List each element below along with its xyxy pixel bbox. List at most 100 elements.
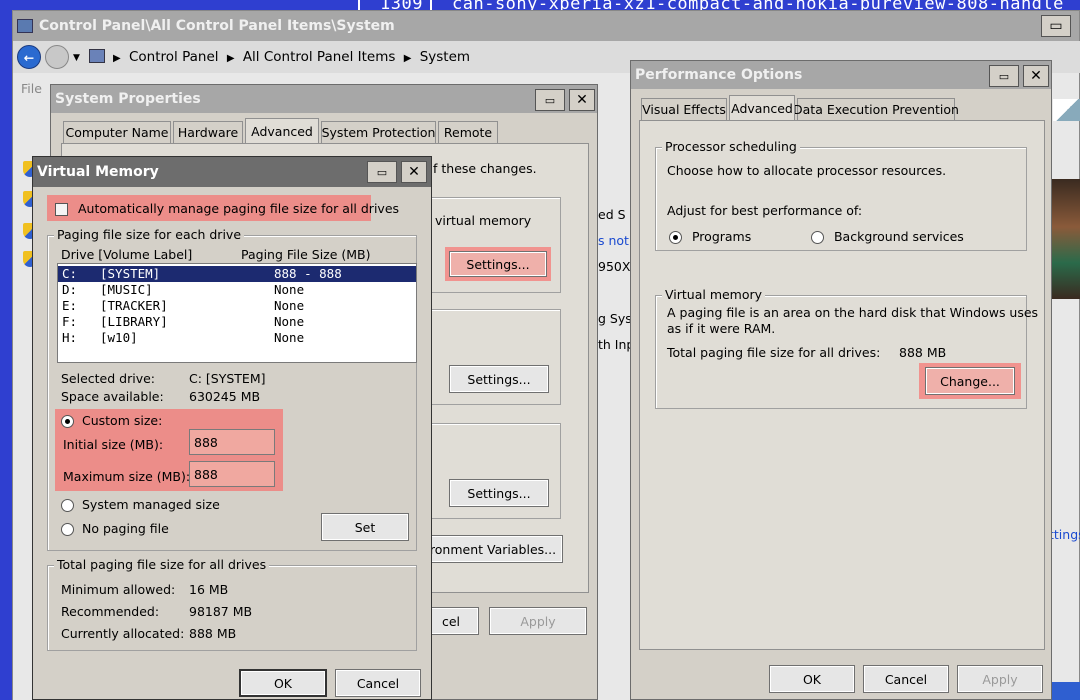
button-label: Apply [520, 613, 556, 629]
checkbox-icon[interactable] [55, 203, 68, 216]
background-services-radio[interactable]: Background services [811, 229, 964, 244]
drive-letter: C: [62, 266, 78, 281]
space-available-value: 630245 MB [189, 389, 261, 404]
set-button[interactable]: Set [321, 513, 409, 541]
tab-label: Computer Name [65, 125, 169, 140]
back-button[interactable]: ← [17, 45, 41, 69]
drive-row[interactable]: F: [LIBRARY] None [58, 314, 416, 330]
button-label: Cancel [884, 671, 928, 687]
virtual-memory-group-label: Virtual memory [662, 287, 766, 302]
tab-system-protection[interactable]: System Protection [321, 121, 436, 143]
performance-settings-button[interactable]: Settings... [449, 251, 547, 277]
forward-button[interactable] [45, 45, 69, 69]
tab-visual-effects[interactable]: Visual Effects [641, 98, 727, 120]
initial-size-label: Initial size (MB): [63, 437, 164, 452]
tab-label: Hardware [177, 125, 239, 140]
banner-frame [358, 0, 360, 10]
drive-row[interactable]: H: [w10] None [58, 330, 416, 346]
radio-icon[interactable] [61, 523, 74, 536]
explorer-maximize-button[interactable]: ▭ [1041, 15, 1071, 37]
drive-label: [TRACKER] [100, 298, 168, 313]
custom-size-radio[interactable]: Custom size: [61, 413, 162, 428]
tab-computer-name[interactable]: Computer Name [63, 121, 171, 143]
maximum-size-input[interactable]: 888 [189, 461, 275, 487]
user-profiles-settings-button[interactable]: Settings... [449, 365, 549, 393]
drive-list[interactable]: C: [SYSTEM] 888 - 888 D: [MUSIC] None E:… [57, 263, 417, 363]
tab-label: Advanced [731, 100, 793, 116]
button-label: Change... [940, 373, 1000, 389]
system-properties-close-button[interactable]: ✕ [569, 89, 595, 111]
virtual-memory-ok-button[interactable]: OK [239, 669, 327, 697]
initial-size-input[interactable]: 888 [189, 429, 275, 455]
radio-selected-icon[interactable] [61, 415, 74, 428]
performance-options-close-button[interactable]: ✕ [1023, 65, 1049, 87]
computer-icon [17, 19, 33, 33]
start-orb[interactable] [1052, 682, 1080, 700]
menu-file[interactable]: File [21, 81, 42, 96]
performance-options-titlebar: Performance Options [631, 61, 1051, 89]
button-label: cel [441, 613, 461, 629]
performance-apply-button[interactable]: Apply [957, 665, 1043, 693]
breadcrumb-item-all-items[interactable]: All Control Panel Items [243, 49, 396, 65]
drive-row[interactable]: C: [SYSTEM] 888 - 888 [58, 266, 416, 282]
system-properties-maximize-button[interactable]: ▭ [535, 89, 565, 111]
drive-letter: D: [62, 282, 78, 297]
maximum-size-label: Maximum size (MB): [63, 469, 191, 484]
explorer-titlebar: Control Panel\All Control Panel Items\Sy… [13, 11, 1079, 41]
change-button[interactable]: Change... [925, 367, 1015, 395]
system-text-fragment: 950X [598, 259, 631, 274]
performance-cancel-button[interactable]: Cancel [863, 665, 949, 693]
total-paging-label: Total paging file size for all drives: [667, 345, 881, 360]
drive-row[interactable]: E: [TRACKER] None [58, 298, 416, 314]
performance-options-maximize-button[interactable]: ▭ [989, 65, 1019, 87]
startup-recovery-settings-button[interactable]: Settings... [449, 479, 549, 507]
programs-radio[interactable]: Programs [669, 229, 751, 244]
drive-row[interactable]: D: [MUSIC] None [58, 282, 416, 298]
breadcrumb-item-control-panel[interactable]: Control Panel [129, 49, 219, 65]
tab-label: System Protection [321, 125, 436, 140]
breadcrumb-chevron-icon[interactable]: ▶ [404, 53, 412, 64]
total-paging-group-label: Total paging file size for all drives [54, 557, 270, 572]
virtual-memory-close-button[interactable]: ✕ [401, 161, 427, 183]
drive-size: None [274, 314, 305, 329]
virtual-memory-cancel-button[interactable]: Cancel [335, 669, 421, 697]
column-drive-header: Drive [Volume Label] [61, 247, 193, 262]
tab-advanced[interactable]: Advanced [245, 118, 319, 143]
history-dropdown-icon[interactable]: ▼ [73, 53, 80, 63]
breadcrumb-chevron-icon[interactable]: ▶ [227, 53, 235, 64]
breadcrumb-chevron-icon[interactable]: ▶ [113, 53, 121, 64]
currently-allocated-label: Currently allocated: [61, 626, 185, 641]
close-icon: ✕ [1030, 68, 1042, 84]
maximize-icon: ▭ [1049, 18, 1063, 34]
system-link-fragment[interactable]: s not [598, 233, 629, 248]
processor-scheduling-label: Processor scheduling [662, 139, 800, 154]
product-image [1051, 179, 1080, 299]
radio-icon[interactable] [811, 231, 824, 244]
radio-icon[interactable] [61, 499, 74, 512]
radio-selected-icon[interactable] [669, 231, 682, 244]
no-paging-radio[interactable]: No paging file [61, 521, 169, 536]
virtual-memory-maximize-button[interactable]: ▭ [367, 161, 397, 183]
scroll-decoration [1053, 99, 1080, 121]
button-label: Apply [982, 671, 1018, 687]
tab-hardware[interactable]: Hardware [173, 121, 243, 143]
system-properties-apply-button[interactable]: Apply [489, 607, 587, 635]
drive-label: [LIBRARY] [100, 314, 168, 329]
vm-description-line1: A paging file is an area on the hard dis… [667, 305, 1039, 320]
system-text-fragment: th Inp [598, 337, 635, 352]
maximize-icon: ▭ [376, 165, 388, 179]
control-panel-icon [89, 49, 105, 63]
performance-ok-button[interactable]: OK [769, 665, 855, 693]
tab-remote[interactable]: Remote [438, 121, 498, 143]
environment-variables-button[interactable]: ronment Variables... [423, 535, 563, 563]
tab-advanced[interactable]: Advanced [729, 95, 795, 120]
auto-manage-checkbox[interactable]: Automatically manage paging file size fo… [55, 201, 399, 216]
tab-data-execution-prevention[interactable]: Data Execution Prevention [793, 98, 959, 120]
system-managed-radio[interactable]: System managed size [61, 497, 220, 512]
tab-label: Data Execution Prevention [793, 102, 959, 117]
drive-label: [SYSTEM] [100, 266, 161, 281]
change-settings-link[interactable]: ttings [1049, 527, 1080, 542]
button-label: Settings... [467, 371, 531, 387]
button-label: Settings... [467, 485, 531, 501]
breadcrumb-item-system[interactable]: System [420, 49, 470, 65]
